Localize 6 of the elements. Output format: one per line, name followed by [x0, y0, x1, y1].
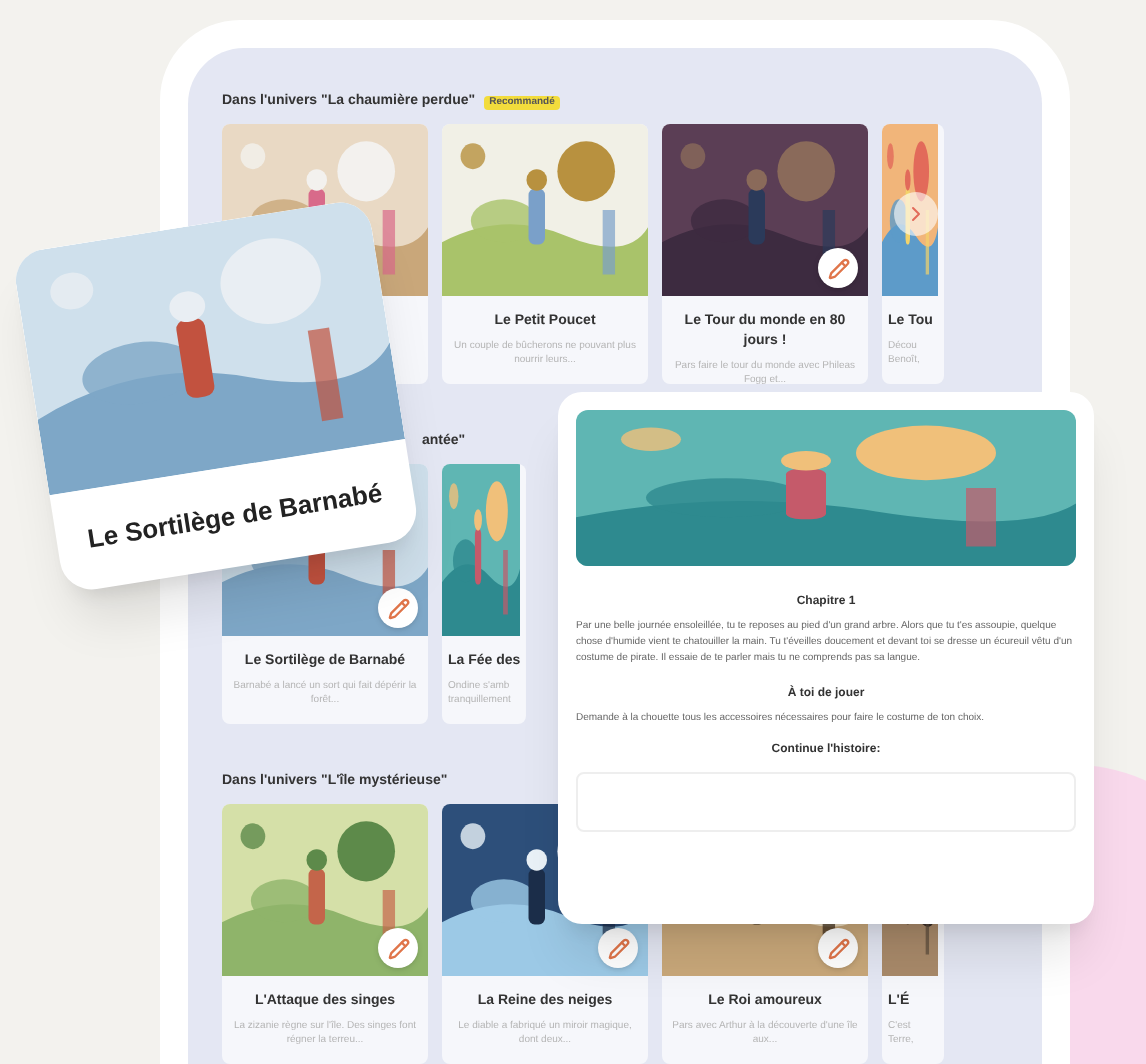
pencil-icon: [827, 257, 849, 279]
pencil-icon: [387, 937, 409, 959]
pencil-icon: [827, 937, 849, 959]
next-button[interactable]: [894, 192, 938, 236]
pencil-icon: [387, 597, 409, 619]
pencil-icon: [607, 937, 629, 959]
